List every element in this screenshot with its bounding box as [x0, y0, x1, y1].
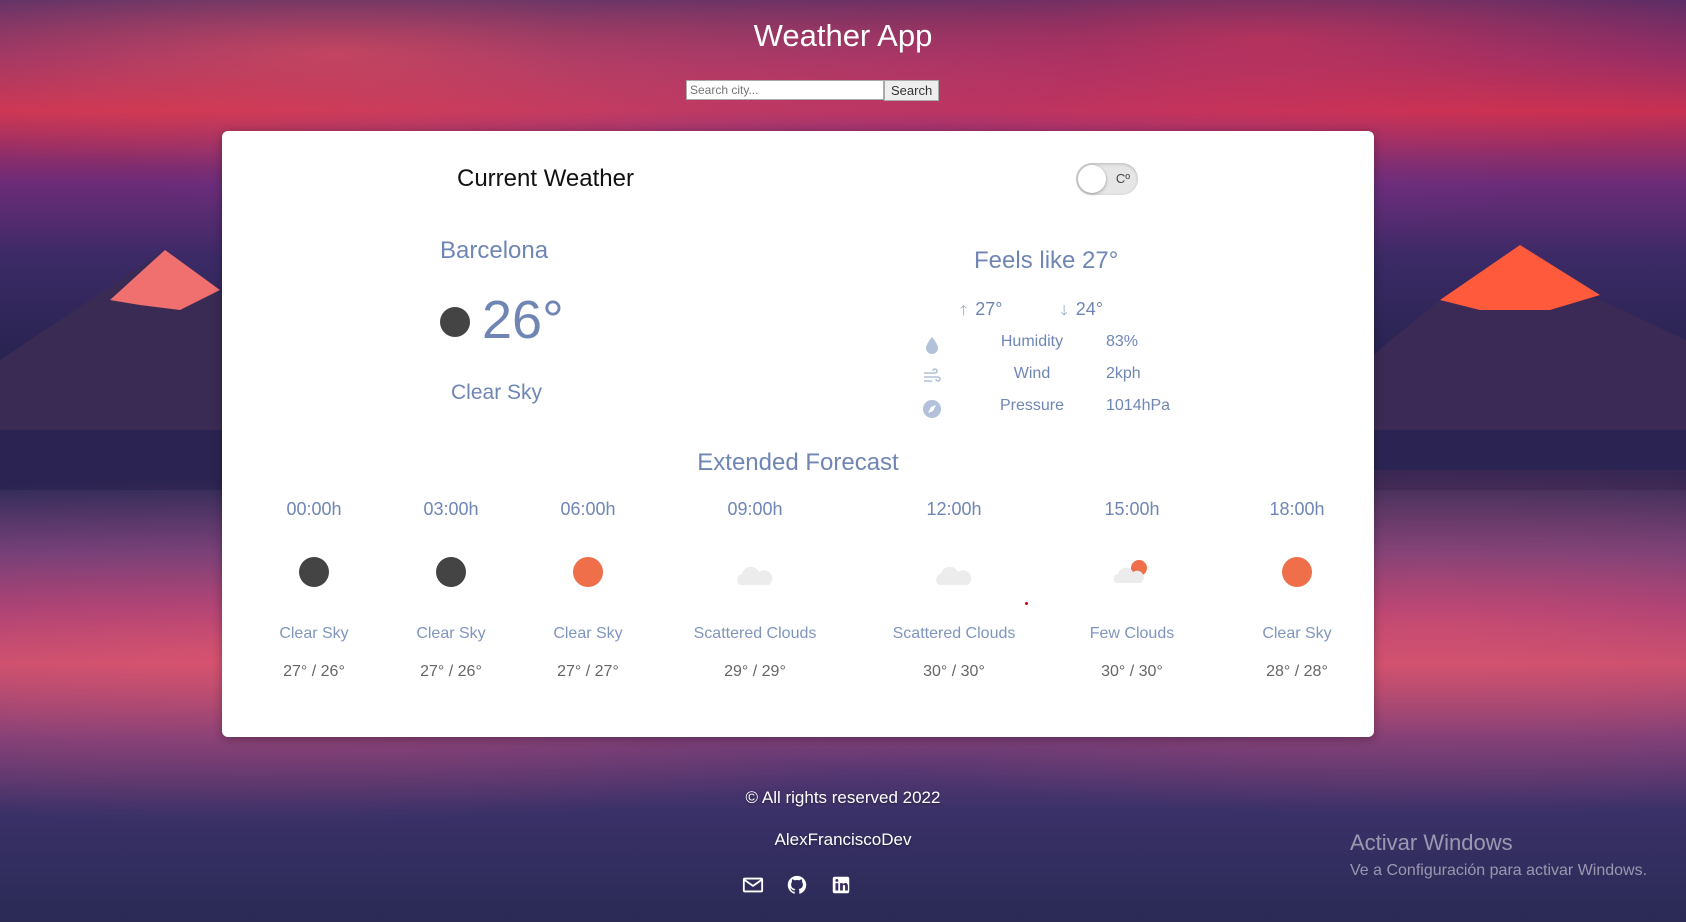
min-temperature: 🡓 24° [1061, 299, 1104, 324]
sun-icon [1282, 557, 1312, 587]
os-watermark-subtitle: Ve a Configuración para activar Windows. [1350, 862, 1648, 879]
forecast-list: 00:00h Clear Sky 27° / 26° 03:00h Clear … [262, 499, 1342, 719]
moon-icon [299, 557, 329, 587]
detail-row-pressure: Pressure 1014hPa [922, 395, 1182, 427]
forecast-item: 09:00h Scattered Clouds 29° / 29° [670, 499, 840, 681]
toggle-knob[interactable] [1078, 165, 1106, 193]
detail-label: Pressure [999, 397, 1065, 414]
detail-row-wind: Wind 2kph [922, 363, 1182, 395]
forecast-range: 30° / 30° [923, 663, 985, 680]
current-temperature: 26° [482, 290, 564, 350]
forecast-description: Few Clouds [1089, 625, 1175, 642]
os-watermark-title: Activar Windows [1350, 830, 1513, 855]
forecast-time: 18:00h [1269, 499, 1325, 519]
forecast-range: 30° / 30° [1101, 663, 1163, 680]
linkedin-icon[interactable] [830, 874, 852, 896]
detail-row-humidity: Humidity 83% [922, 331, 1182, 363]
forecast-item: 18:00h Clear Sky 28° / 28° [1212, 499, 1382, 681]
forecast-description: Clear Sky [1262, 625, 1332, 642]
cloud-icon [737, 557, 773, 587]
search-input[interactable] [686, 80, 884, 100]
max-temperature: 🡑 27° [960, 299, 1003, 324]
forecast-time: 15:00h [1104, 499, 1160, 519]
extended-forecast-title: Extended Forecast [697, 449, 899, 476]
moon-icon [440, 307, 470, 337]
mail-icon[interactable] [742, 874, 764, 896]
forecast-item: 15:00h Few Clouds 30° / 30° [1047, 499, 1217, 681]
github-icon[interactable] [786, 874, 808, 896]
app-title: Weather App [753, 18, 933, 53]
unit-toggle-label: Cº [1115, 171, 1130, 186]
current-weather-title: Current Weather [457, 165, 634, 192]
search-button[interactable]: Search [884, 80, 940, 101]
forecast-range: 27° / 27° [557, 663, 619, 680]
humidity-icon [926, 337, 938, 354]
weather-card: Current Weather Cº Barcelona 26° Clear S… [222, 131, 1374, 737]
max-temperature-value: 27° [975, 299, 1003, 319]
footer-links [742, 874, 852, 896]
sun-icon [573, 557, 603, 587]
detail-label: Humidity [1000, 333, 1064, 350]
forecast-description: Scattered Clouds [892, 625, 1016, 642]
search-bar: Search [686, 80, 940, 101]
wind-icon [924, 368, 941, 382]
forecast-time: 12:00h [926, 499, 982, 519]
unit-toggle[interactable]: Cº [1076, 163, 1138, 195]
pressure-icon [923, 400, 941, 418]
stray-dot [1025, 602, 1028, 605]
forecast-range: 28° / 28° [1266, 663, 1328, 680]
detail-value: 2kph [1106, 365, 1141, 382]
detail-value: 83% [1106, 333, 1139, 350]
forecast-time: 09:00h [727, 499, 783, 519]
forecast-time: 06:00h [560, 499, 616, 519]
max-min-temperature: 🡑 27° 🡓 24° [960, 299, 1103, 324]
weather-details: Humidity 83% Wind 2kph Pressure 1014hPa [922, 331, 1182, 427]
arrow-down-icon: 🡓 [1060, 302, 1068, 318]
forecast-description: Clear Sky [553, 625, 623, 642]
feels-like: Feels like 27° [974, 247, 1119, 274]
forecast-item: 12:00h Scattered Clouds 30° / 30° [869, 499, 1039, 681]
forecast-description: Scattered Clouds [693, 625, 817, 642]
cloud-icon [936, 557, 972, 587]
detail-label: Wind [1013, 365, 1051, 382]
few-clouds-icon [1113, 557, 1147, 587]
footer-copyright: © All rights reserved 2022 [745, 788, 941, 807]
city-name: Barcelona [440, 237, 549, 264]
forecast-item: 06:00h Clear Sky 27° / 27° [503, 499, 673, 681]
current-description: Clear Sky [451, 381, 543, 404]
moon-icon [436, 557, 466, 587]
detail-value: 1014hPa [1106, 397, 1171, 414]
forecast-range: 29° / 29° [724, 663, 786, 680]
min-temperature-value: 24° [1075, 299, 1104, 319]
arrow-up-icon: 🡑 [960, 302, 968, 318]
